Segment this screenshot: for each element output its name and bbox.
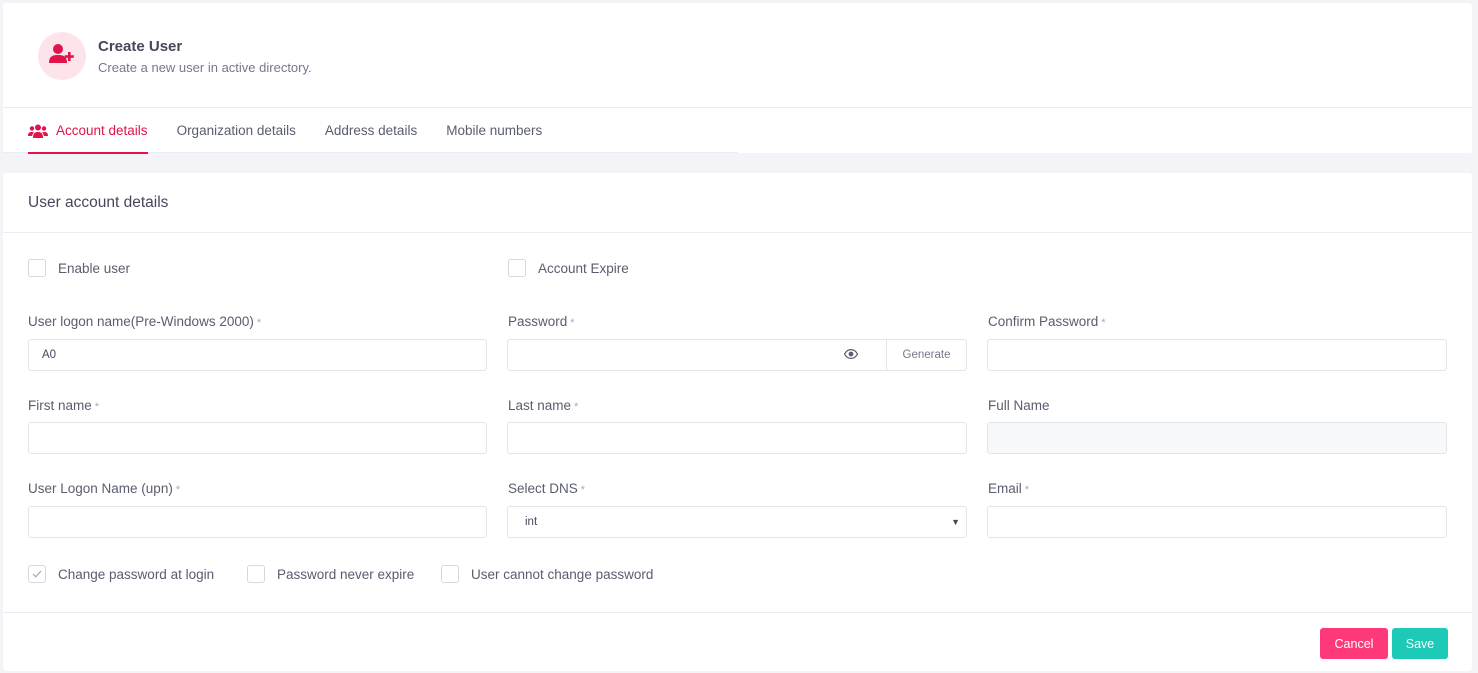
caret-down-icon: ▼ — [951, 517, 960, 527]
change-password-at-login-option[interactable]: Change password at login — [28, 565, 214, 583]
label-text: Confirm Password — [988, 314, 1099, 329]
tab-address-details[interactable]: Address details — [325, 108, 417, 153]
tab-label: Mobile numbers — [446, 123, 543, 138]
cancel-button[interactable]: Cancel — [1320, 628, 1388, 659]
tab-label: Organization details — [176, 123, 296, 138]
tab-label: Address details — [324, 123, 418, 138]
required-marker: * — [1024, 484, 1030, 496]
first-name-input[interactable] — [28, 422, 487, 454]
logon-upn-label: User Logon Name (upn) * — [28, 481, 180, 496]
page-header: Create User Create a new user in active … — [3, 3, 1472, 108]
logon-upn-input[interactable] — [28, 506, 487, 538]
password-input[interactable] — [507, 339, 886, 371]
label-text: Password — [508, 314, 568, 329]
input-value: A0 — [42, 349, 57, 361]
account-expire-label: Account Expire — [538, 260, 629, 276]
label-text: User Logon Name (upn) — [28, 481, 173, 496]
user-cannot-change-password-label: User cannot change password — [471, 566, 654, 582]
check-icon — [32, 565, 42, 583]
required-marker: * — [1101, 317, 1106, 329]
form-footer: Cancel Save — [3, 612, 1472, 671]
tab-label: Account details — [56, 123, 148, 138]
label-text: Last name — [508, 398, 572, 413]
label-text: Full Name — [988, 398, 1050, 413]
label-text: First name — [28, 398, 92, 413]
logon-pre2000-input[interactable]: A0 — [28, 339, 487, 371]
change-password-label: Change password at login — [58, 566, 215, 582]
last-name-input[interactable] — [507, 422, 967, 454]
required-marker: * — [175, 484, 181, 496]
user-plus-icon — [49, 43, 75, 70]
change-password-checkbox[interactable] — [28, 565, 46, 583]
save-button[interactable]: Save — [1392, 628, 1448, 659]
full-name-label: Full Name — [988, 398, 1050, 413]
password-never-expire-option[interactable]: Password never expire — [247, 565, 414, 583]
tab-organization-details[interactable]: Organization details — [177, 108, 296, 153]
section-title: User account details — [3, 173, 1472, 233]
label-text: User logon name(Pre-Windows 2000) — [28, 314, 254, 329]
last-name-label: Last name * — [508, 398, 578, 413]
users-icon — [28, 124, 48, 138]
password-group: Generate — [507, 339, 967, 371]
account-expire-option[interactable]: Account Expire — [508, 259, 629, 277]
enable-user-checkbox[interactable] — [28, 259, 46, 277]
page-header-card: Create User Create a new user in active … — [3, 3, 1472, 154]
required-marker: * — [94, 401, 100, 413]
tab-account-details[interactable]: Account details — [28, 108, 148, 154]
enable-user-option[interactable]: Enable user — [28, 259, 130, 277]
user-cannot-change-password-checkbox[interactable] — [441, 565, 459, 583]
dns-select[interactable]: int ▼ — [507, 506, 967, 538]
eye-icon[interactable] — [844, 349, 858, 359]
confirm-password-label: Confirm Password * — [988, 314, 1106, 329]
confirm-password-input[interactable] — [987, 339, 1447, 371]
enable-user-label: Enable user — [58, 260, 131, 276]
user-cannot-change-password-option[interactable]: User cannot change password — [441, 565, 653, 583]
page-subtitle: Create a new user in active directory. — [98, 60, 312, 75]
email-input[interactable] — [987, 506, 1447, 538]
logon-pre2000-label: User logon name(Pre-Windows 2000) * — [28, 314, 261, 329]
required-marker: * — [570, 317, 575, 329]
select-value: int — [525, 516, 538, 528]
first-name-label: First name * — [28, 398, 99, 413]
account-expire-checkbox[interactable] — [508, 259, 526, 277]
tab-bar: Account details Organization details Add… — [3, 108, 738, 154]
page-title: Create User — [98, 38, 183, 55]
required-marker: * — [256, 317, 262, 329]
full-name-input — [987, 422, 1447, 454]
generate-password-button[interactable]: Generate — [886, 339, 967, 371]
user-account-form: User account details Enable user Account… — [3, 173, 1472, 671]
label-text: Email — [988, 481, 1022, 496]
label-text: Select DNS — [508, 481, 578, 496]
email-label: Email * — [988, 481, 1029, 496]
password-never-expire-checkbox[interactable] — [247, 565, 265, 583]
required-marker: * — [574, 401, 579, 413]
password-label: Password * — [508, 314, 575, 329]
required-marker: * — [580, 484, 586, 496]
dns-label: Select DNS * — [508, 481, 585, 496]
password-never-expire-label: Password never expire — [277, 566, 415, 582]
header-avatar — [38, 32, 86, 80]
tab-mobile-numbers[interactable]: Mobile numbers — [446, 108, 542, 153]
